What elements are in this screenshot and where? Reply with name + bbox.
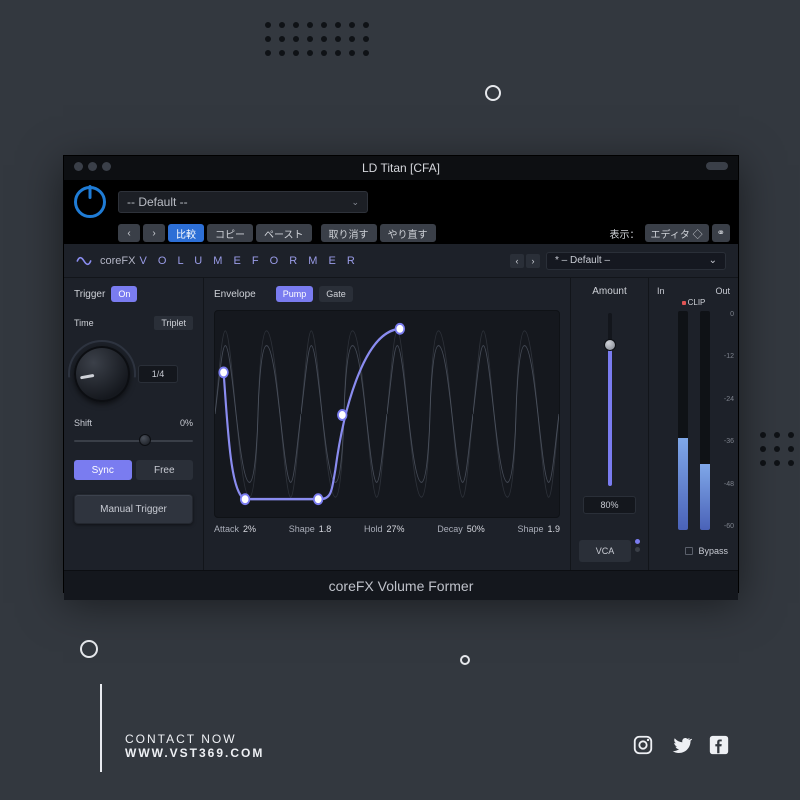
trigger-label: Trigger (74, 289, 105, 300)
host-next-button[interactable]: › (143, 224, 165, 242)
clip-label: CLIP (688, 298, 706, 307)
sync-button[interactable]: Sync (74, 460, 132, 480)
undo-button[interactable]: 取り消す (321, 224, 377, 242)
mac-traffic-lights[interactable] (74, 162, 111, 171)
plugin-preset-name: * – Default – (555, 255, 610, 266)
host-bar: -- Default -- ⌄ ‹ › 比較 コピー ペースト 取り消す やり直… (64, 180, 738, 244)
link-button[interactable]: ⚭ (712, 224, 730, 242)
trigger-panel: Trigger On Time Triplet 1/4 Shift (64, 278, 204, 570)
vca-indicator-on (635, 539, 640, 544)
amount-panel: Amount 80% VCA (570, 278, 648, 570)
free-button[interactable]: Free (136, 460, 194, 480)
facebook-icon[interactable] (708, 734, 730, 756)
plugin-title: coreFXV O L U M E F O R M E R (100, 255, 359, 267)
plugin-footer: coreFX Volume Former (64, 570, 738, 600)
host-preset-dropdown[interactable]: -- Default -- ⌄ (118, 191, 368, 213)
amount-label: Amount (592, 286, 626, 297)
paste-button[interactable]: ペースト (256, 224, 312, 242)
envelope-label: Envelope (214, 289, 256, 300)
plugin-header: coreFXV O L U M E F O R M E R ‹ › * – De… (64, 244, 738, 278)
host-prev-button[interactable]: ‹ (118, 224, 140, 242)
contact-label: CONTACT NOW (125, 732, 264, 746)
trigger-on-toggle[interactable]: On (111, 286, 137, 302)
time-knob[interactable] (74, 346, 130, 402)
copy-button[interactable]: コピー (207, 224, 253, 242)
bypass-toggle[interactable]: Bypass (657, 540, 730, 562)
window-title: LD Titan [CFA] (64, 156, 738, 180)
power-icon[interactable] (74, 186, 106, 218)
amount-value[interactable]: 80% (583, 496, 636, 514)
decor-vertical-line (100, 684, 102, 772)
plugin-body: coreFXV O L U M E F O R M E R ‹ › * – De… (64, 244, 738, 600)
envelope-display[interactable] (214, 310, 560, 518)
preset-next-button[interactable]: › (526, 254, 540, 268)
plugin-window: LD Titan [CFA] -- Default -- ⌄ ‹ › 比較 コピ… (63, 155, 739, 593)
vca-button[interactable]: VCA (579, 540, 631, 562)
compare-button[interactable]: 比較 (168, 224, 204, 242)
shift-value: 0% (180, 418, 193, 428)
manual-trigger-button[interactable]: Manual Trigger (74, 494, 193, 524)
contact-block: CONTACT NOW WWW.VST369.COM (125, 732, 264, 760)
vca-indicator-off (635, 547, 640, 552)
envelope-panel: Envelope Pump Gate (204, 278, 570, 570)
time-value[interactable]: 1/4 (138, 365, 178, 383)
decor-ring-3 (460, 655, 470, 665)
triplet-toggle[interactable]: Triplet (154, 316, 193, 330)
in-meter (678, 311, 688, 530)
pump-toggle[interactable]: Pump (276, 286, 314, 302)
decor-ring-1 (485, 85, 501, 101)
view-mode-dropdown[interactable]: エディタ ◇ (645, 224, 709, 242)
shift-slider[interactable] (74, 432, 193, 450)
level-meters: 0-12-24-36-48-60 (657, 311, 730, 530)
decor-dots-right (760, 432, 800, 466)
time-label: Time (74, 318, 94, 328)
clip-indicator (682, 301, 686, 305)
redo-button[interactable]: やり直す (380, 224, 436, 242)
io-panel: In Out CLIP 0-12-24-36-48-60 Bypass (648, 278, 738, 570)
shift-label: Shift (74, 418, 92, 428)
decor-dots-top (265, 22, 369, 56)
twitter-icon[interactable] (670, 734, 692, 756)
in-label: In (657, 286, 665, 296)
host-preset-name: -- Default -- (127, 195, 188, 209)
brand-wave-icon (76, 253, 92, 269)
mac-resize-pill[interactable] (706, 162, 728, 170)
instagram-icon[interactable] (632, 734, 654, 756)
bypass-checkbox-icon (685, 547, 693, 555)
amount-slider[interactable] (600, 309, 620, 490)
chevron-down-icon: ⌄ (351, 197, 359, 208)
preset-prev-button[interactable]: ‹ (510, 254, 524, 268)
envelope-params: Attack2% Shape1.8 Hold27% Decay50% Shape… (214, 524, 560, 534)
chevron-down-icon: ⌄ (709, 255, 717, 266)
gate-toggle[interactable]: Gate (319, 286, 353, 302)
plugin-preset-dropdown[interactable]: * – Default – ⌄ (546, 252, 726, 270)
view-label: 表示： (610, 226, 640, 241)
out-meter (700, 311, 710, 530)
social-icons (632, 734, 730, 756)
decor-ring-2 (80, 640, 98, 658)
out-label: Out (715, 286, 730, 296)
website: WWW.VST369.COM (125, 746, 264, 760)
